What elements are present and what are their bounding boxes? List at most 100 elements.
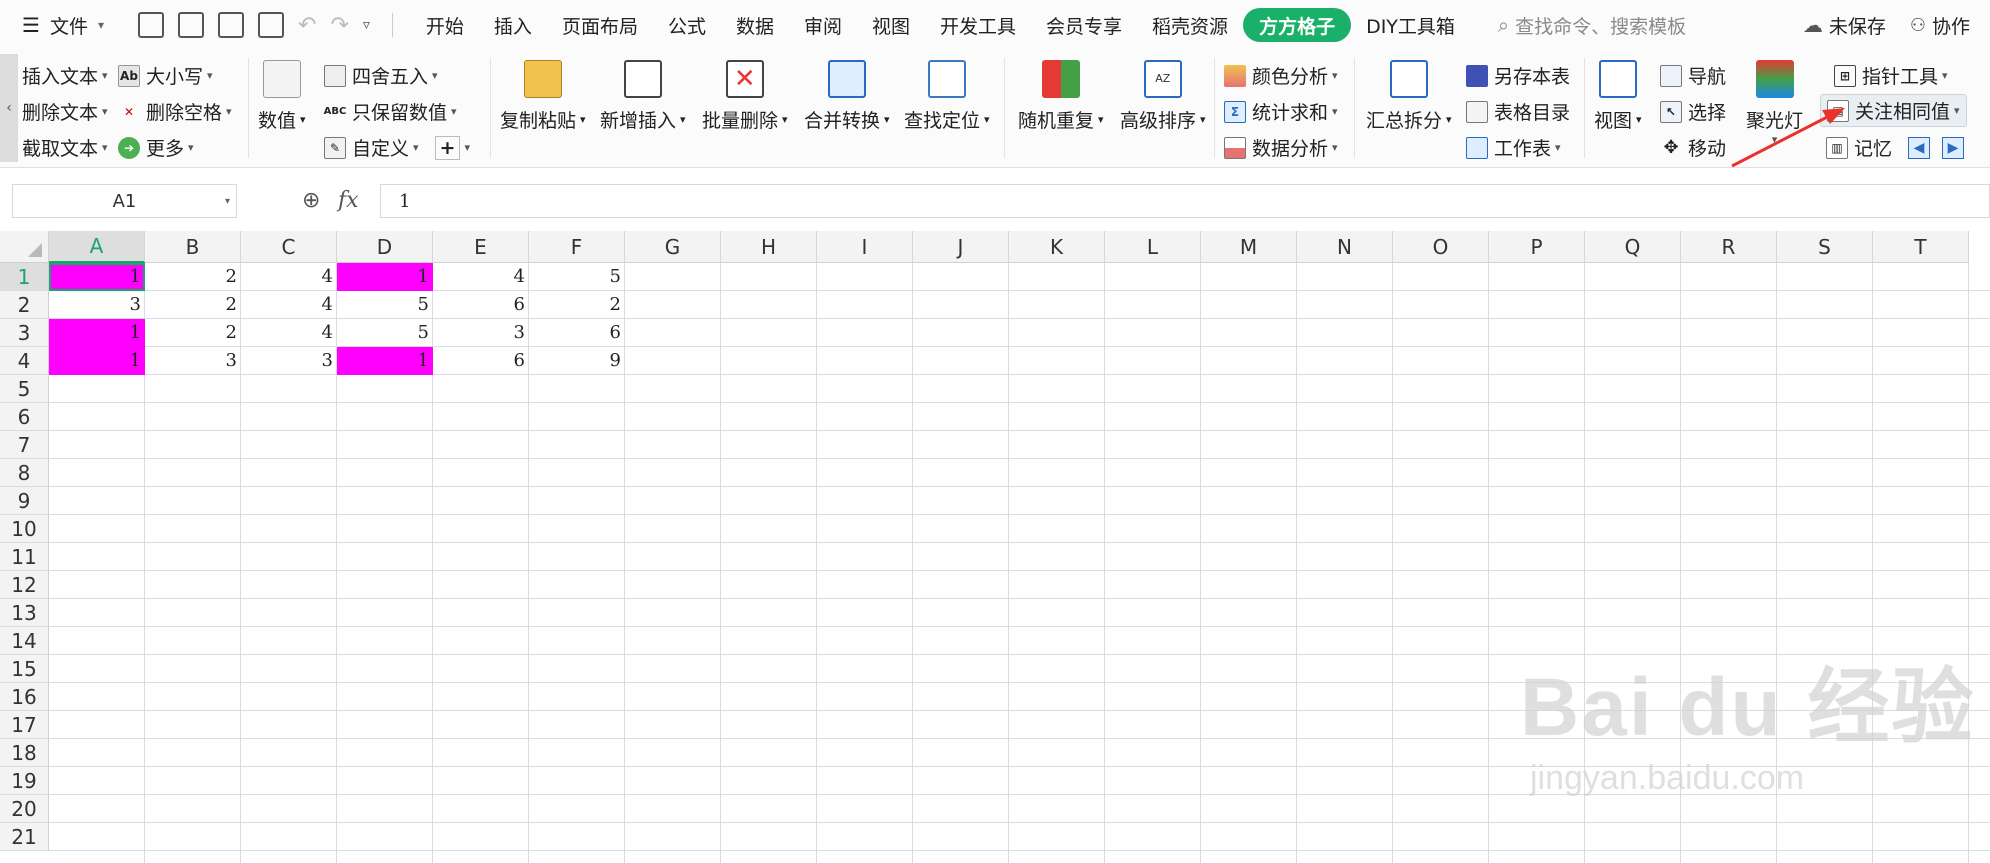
stat-sum-button[interactable]: Σ 统计求和 ▾ <box>1224 98 1338 125</box>
column-header-a[interactable]: A <box>49 231 145 263</box>
row-header-2[interactable]: 2 <box>0 291 49 319</box>
column-header-f[interactable]: F <box>529 231 625 263</box>
command-search[interactable]: ⌕ 查找命令、搜索模板 <box>1498 12 1686 39</box>
cell-c2[interactable]: 4 <box>241 291 337 319</box>
move-button[interactable]: ✥ 移动 <box>1660 134 1726 161</box>
tab-docer[interactable]: 稻壳资源 <box>1137 8 1243 42</box>
unsaved-status[interactable]: ☁ 未保存 <box>1803 12 1886 39</box>
cell-b4[interactable]: 3 <box>145 347 241 375</box>
column-header-o[interactable]: O <box>1393 231 1489 263</box>
column-header-b[interactable]: B <box>145 231 241 263</box>
cell-a2[interactable]: 3 <box>49 291 145 319</box>
customize-toolbar-icon[interactable]: ▿ <box>363 17 370 33</box>
row-header-5[interactable]: 5 <box>0 375 49 403</box>
column-header-i[interactable]: I <box>817 231 913 263</box>
formula-input[interactable]: 1 <box>380 184 1990 218</box>
cell-b1[interactable]: 2 <box>145 263 241 291</box>
find-locate-button[interactable]: 查找定位 ▾ <box>904 60 990 133</box>
keep-numbers-button[interactable]: ABC 只保留数值 ▾ <box>324 98 457 125</box>
tab-start[interactable]: 开始 <box>411 8 479 42</box>
remove-spaces-button[interactable]: ✕ 删除空格 ▾ <box>118 98 232 125</box>
insert-text-button[interactable]: 插入文本 ▾ <box>22 62 108 89</box>
tab-developer[interactable]: 开发工具 <box>925 8 1031 42</box>
summary-split-button[interactable]: 汇总拆分 ▾ <box>1366 60 1452 133</box>
extract-text-button[interactable]: 截取文本 ▾ <box>22 134 108 161</box>
select-all-corner[interactable] <box>0 231 49 263</box>
select-button[interactable]: ↖ 选择 <box>1660 98 1726 125</box>
row-header-16[interactable]: 16 <box>0 683 49 711</box>
color-analysis-button[interactable]: 颜色分析 ▾ <box>1224 62 1338 89</box>
row-header-17[interactable]: 17 <box>0 711 49 739</box>
tab-insert[interactable]: 插入 <box>479 8 547 42</box>
cell-c3[interactable]: 4 <box>241 319 337 347</box>
cell-c4[interactable]: 3 <box>241 347 337 375</box>
column-header-q[interactable]: Q <box>1585 231 1681 263</box>
worksheet-button[interactable]: 工作表 ▾ <box>1466 134 1561 161</box>
arrow-left-icon[interactable]: ◀ <box>1908 136 1931 159</box>
column-header-s[interactable]: S <box>1777 231 1873 263</box>
row-header-19[interactable]: 19 <box>0 767 49 795</box>
row-header-20[interactable]: 20 <box>0 795 49 823</box>
row-header-21[interactable]: 21 <box>0 823 49 851</box>
cell-d4[interactable]: 1 <box>337 347 433 375</box>
cell-d1[interactable]: 1 <box>337 263 433 291</box>
name-box[interactable]: A1 ▾ <box>12 184 237 218</box>
fx-icon[interactable]: fx <box>338 188 359 213</box>
save-icon[interactable] <box>138 12 164 38</box>
case-button[interactable]: Ab 大小写 ▾ <box>118 62 213 89</box>
ribbon-scroll-left[interactable]: ‹ <box>0 54 18 162</box>
value-button[interactable]: 数值 ▾ <box>258 60 306 133</box>
merge-convert-button[interactable]: 合并转换 ▾ <box>804 60 890 133</box>
tab-fangfang[interactable]: 方方格子 <box>1243 8 1352 42</box>
cell-b3[interactable]: 2 <box>145 319 241 347</box>
undo-icon[interactable]: ↶ <box>298 13 316 38</box>
tab-view[interactable]: 视图 <box>857 8 925 42</box>
row-header-7[interactable]: 7 <box>0 431 49 459</box>
cell-c1[interactable]: 4 <box>241 263 337 291</box>
advanced-sort-button[interactable]: AZ 高级排序 ▾ <box>1120 60 1206 133</box>
memory-button[interactable]: ▥ 记忆 ◀ ▶ <box>1826 134 1965 161</box>
tab-member[interactable]: 会员专享 <box>1031 8 1137 42</box>
tab-diy-toolbox[interactable]: DIY工具箱 <box>1351 8 1470 42</box>
print-preview-icon[interactable] <box>258 12 284 38</box>
column-header-g[interactable]: G <box>625 231 721 263</box>
row-header-11[interactable]: 11 <box>0 543 49 571</box>
cell-d3[interactable]: 5 <box>337 319 433 347</box>
new-insert-button[interactable]: 新增插入 ▾ <box>600 60 686 133</box>
focus-same-value-button[interactable]: ▤ 关注相同值 ▾ <box>1820 94 1967 127</box>
file-menu[interactable]: ☰ 文件 ▾ <box>0 12 132 39</box>
cell-a3[interactable]: 1 <box>49 319 145 347</box>
cell-a1[interactable]: 1 <box>49 263 145 291</box>
tab-formulas[interactable]: 公式 <box>653 8 721 42</box>
tab-page-layout[interactable]: 页面布局 <box>547 8 653 42</box>
column-header-r[interactable]: R <box>1681 231 1777 263</box>
row-header-6[interactable]: 6 <box>0 403 49 431</box>
column-header-n[interactable]: N <box>1297 231 1393 263</box>
row-header-8[interactable]: 8 <box>0 459 49 487</box>
row-header-18[interactable]: 18 <box>0 739 49 767</box>
row-header-10[interactable]: 10 <box>0 515 49 543</box>
collaborate-button[interactable]: ⚇ 协作 <box>1910 12 1970 39</box>
column-header-k[interactable]: K <box>1009 231 1105 263</box>
cell-e1[interactable]: 4 <box>433 263 529 291</box>
cell-b2[interactable]: 2 <box>145 291 241 319</box>
row-header-15[interactable]: 15 <box>0 655 49 683</box>
chevron-down-icon[interactable]: ▾ <box>225 196 230 207</box>
arrow-right-icon[interactable]: ▶ <box>1942 136 1965 159</box>
pointer-tool-button[interactable]: ⊞ 指针工具 ▾ <box>1834 62 1948 89</box>
cell-e3[interactable]: 3 <box>433 319 529 347</box>
cell-e2[interactable]: 6 <box>433 291 529 319</box>
tab-data[interactable]: 数据 <box>721 8 789 42</box>
save-sheet-button[interactable]: 另存本表 <box>1466 62 1570 89</box>
copy-paste-button[interactable]: 复制粘贴 ▾ <box>500 60 586 133</box>
batch-delete-button[interactable]: ✕ 批量删除 ▾ <box>702 60 788 133</box>
row-header-4[interactable]: 4 <box>0 347 49 375</box>
row-header-1[interactable]: 1 <box>0 263 49 291</box>
cell-f2[interactable]: 2 <box>529 291 625 319</box>
cell-a4[interactable]: 1 <box>49 347 145 375</box>
print-icon[interactable] <box>218 12 244 38</box>
export-icon[interactable] <box>178 12 204 38</box>
column-header-t[interactable]: T <box>1873 231 1969 263</box>
navigation-button[interactable]: 导航 <box>1660 62 1726 89</box>
add-icon[interactable]: + <box>434 135 461 160</box>
